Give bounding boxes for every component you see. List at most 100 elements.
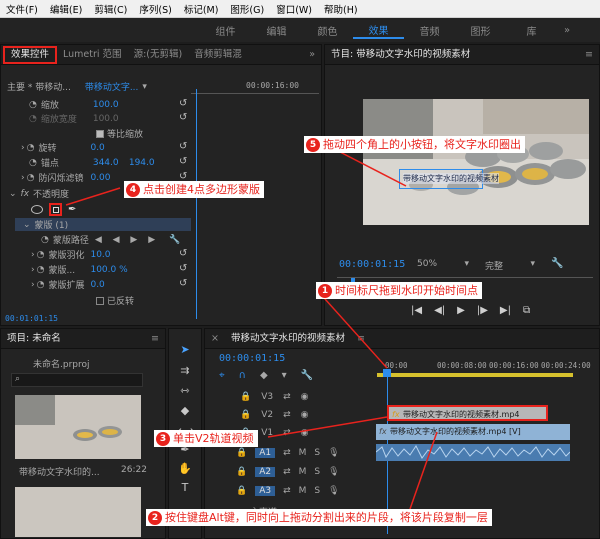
expand-chevron-icon[interactable]: › [31,265,35,275]
tab-lumetri-scopes[interactable]: Lumetri 范围 [57,45,128,64]
mask-expand-value[interactable]: 0.0 [90,280,104,290]
track-v2[interactable]: 🔒 V2 ⇄ ◉ [240,410,370,420]
zoom-select[interactable]: 50% ▾ [417,259,469,269]
step-back-icon[interactable]: |◀ [411,305,422,316]
collapse-chevron-icon[interactable]: ⌄ [9,189,17,199]
clip-a1[interactable] [376,444,570,461]
track-a2[interactable]: 🔒 A2 ⇄ M S 🎙 [236,467,366,477]
workspace-libraries[interactable]: 库 [506,23,557,38]
workspace-audio[interactable]: 音频 [404,23,455,38]
reset-icon[interactable]: ↺ [179,248,187,259]
stopwatch-icon[interactable]: ◔ [29,114,37,124]
tab-audio-clip-mixer[interactable]: 音频剪辑混 [188,45,248,64]
program-timecode[interactable]: 00:00:01:15 [339,259,405,270]
lock-icon[interactable]: 🔒 [236,467,247,477]
uniform-scale-checkbox[interactable] [96,129,104,138]
menu-clip[interactable]: 剪辑(C) [88,2,133,16]
clip-dropdown-icon[interactable]: ▾ [142,82,147,92]
program-title[interactable]: 节目: 带移动文字水印的视频素材 [325,45,476,64]
snap-icon[interactable]: ⌖ [219,370,225,381]
track-v3[interactable]: 🔒 V3 ⇄ ◉ [240,392,370,402]
workspace-assembly[interactable]: 组件 [200,23,251,38]
wrench-icon[interactable]: 🔧 [551,258,563,269]
mask-track-controls[interactable]: ◀ ◀ ▶ ▶ [95,235,159,245]
ellipse-mask-icon[interactable] [31,204,43,214]
track-v1[interactable]: 🔒 V1 ⇄ ◉ [240,428,370,438]
ripple-edit-tool-icon[interactable]: ⇿ [178,384,192,397]
mute-icon[interactable]: M [299,467,307,477]
solo-icon[interactable]: S [314,448,320,458]
mic-icon[interactable]: 🎙 [328,486,339,496]
pen-mask-icon[interactable]: ✒ [68,204,76,215]
project-item-name[interactable]: 带移动文字水印的... [19,465,100,478]
stopwatch-icon[interactable]: ◔ [29,158,37,168]
panel-more-icon[interactable]: » [303,45,321,64]
reset-icon[interactable]: ↺ [179,278,187,289]
eye-icon[interactable]: ◉ [301,428,309,438]
stopwatch-icon[interactable]: ◔ [37,280,45,290]
menu-marker[interactable]: 标记(M) [178,2,225,16]
lock-icon[interactable]: 🔒 [240,392,251,402]
track-a1[interactable]: 🔒 A1 ⇄ M S 🎙 [236,448,366,458]
expand-chevron-icon[interactable]: › [31,250,35,260]
stopwatch-icon[interactable]: ◔ [27,173,35,183]
workspace-more-icon[interactable]: » [557,25,577,36]
link-icon[interactable]: ∩ [239,370,246,381]
stopwatch-icon[interactable]: ◔ [29,100,37,110]
clip-v1[interactable]: fx 带移动文字水印的视频素材.mp4 [V] [376,424,570,440]
step-forward-icon[interactable]: ▶| [500,305,511,316]
stopwatch-icon[interactable]: ◔ [41,235,49,245]
workspace-editing[interactable]: 编辑 [251,23,302,38]
project-thumbnail[interactable] [15,395,141,459]
reset-icon[interactable]: ↺ [179,263,187,274]
workspace-graphics[interactable]: 图形 [455,23,506,38]
sync-icon[interactable]: ⇄ [283,410,291,420]
project-search-input[interactable]: ⌕ [11,373,143,387]
master-label[interactable]: 主要 * 带移动... [7,80,71,93]
razor-tool-icon[interactable]: ◆ [178,404,192,417]
solo-icon[interactable]: S [314,467,320,477]
collapse-chevron-icon[interactable]: ⌄ [23,220,31,230]
mic-icon[interactable]: 🎙 [328,448,339,458]
expand-chevron-icon[interactable]: › [21,143,25,153]
mute-icon[interactable]: M [299,448,307,458]
solo-icon[interactable]: S [314,486,320,496]
expand-chevron-icon[interactable]: › [31,280,35,290]
sync-icon[interactable]: ⇄ [283,467,291,477]
sync-icon[interactable]: ⇄ [283,486,291,496]
hand-tool-icon[interactable]: ✋ [178,462,192,475]
quality-select[interactable]: 完整 ▾ [485,259,535,272]
stopwatch-icon[interactable]: ◔ [27,143,35,153]
reset-icon[interactable]: ↺ [179,156,187,167]
polygon-mask-icon[interactable] [49,202,62,216]
eye-icon[interactable]: ◉ [301,392,309,402]
project-title[interactable]: 项目: 未命名 [1,329,67,348]
clip-v2[interactable]: fx 带移动文字水印的视频素材.mp4 [387,405,548,421]
workspace-color[interactable]: 颜色 [302,23,353,38]
sync-icon[interactable]: ⇄ [283,448,291,458]
tab-source[interactable]: 源:(无剪辑) [128,45,189,64]
track-select-tool-icon[interactable]: ⇉ [178,364,192,377]
panel-menu-icon[interactable]: ≡ [579,45,599,64]
wrench-icon[interactable]: 🔧 [301,370,313,381]
play-icon[interactable]: ▶ [457,305,465,316]
menu-help[interactable]: 帮助(H) [318,2,364,16]
project-file[interactable]: 未命名.prproj [33,357,90,370]
selection-tool-icon[interactable]: ➤ [178,343,192,356]
menu-graphics[interactable]: 图形(G) [224,2,270,16]
menu-file[interactable]: 文件(F) [0,2,44,16]
program-video[interactable]: 带移动文字水印的视频素材 [363,99,589,225]
menu-edit[interactable]: 编辑(E) [44,2,88,16]
scale-width-value[interactable]: 100.0 [93,114,119,124]
frame-forward-icon[interactable]: |▶ [477,305,488,316]
eye-icon[interactable]: ◉ [301,410,309,420]
workspace-effects[interactable]: 效果 [353,22,404,39]
wrench-icon[interactable]: 🔧 [169,235,180,245]
menu-window[interactable]: 窗口(W) [270,2,318,16]
sync-icon[interactable]: ⇄ [283,392,291,402]
lock-icon[interactable]: 🔒 [236,448,247,458]
track-a3[interactable]: 🔒 A3 ⇄ M S 🎙 [236,486,366,496]
sync-icon[interactable]: ⇄ [283,428,291,438]
marker-icon[interactable]: ▾ [282,370,287,381]
timeline-timecode[interactable]: 00:00:01:15 [219,353,285,364]
